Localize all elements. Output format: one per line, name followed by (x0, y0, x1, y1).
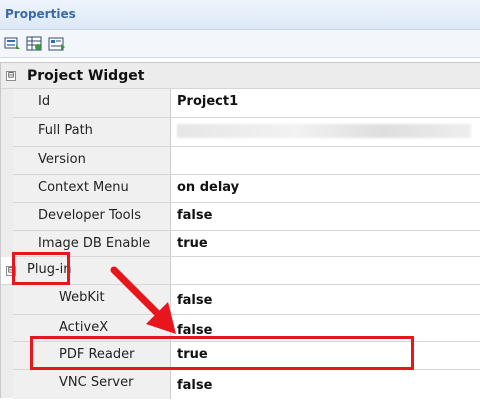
annotation-arrow-icon (110, 266, 176, 334)
